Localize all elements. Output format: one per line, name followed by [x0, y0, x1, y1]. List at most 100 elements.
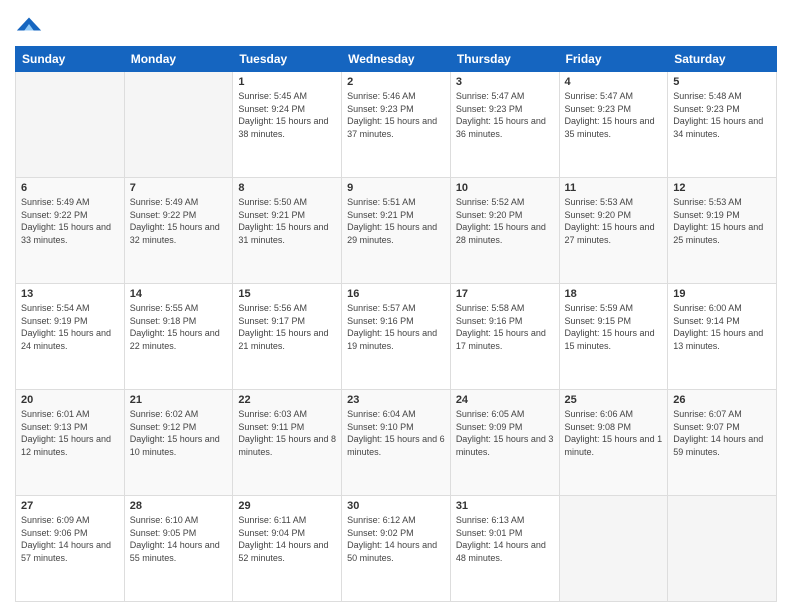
day-number: 24 — [456, 394, 554, 406]
day-detail: Sunrise: 6:01 AMSunset: 9:13 PMDaylight:… — [21, 408, 119, 458]
day-detail: Sunrise: 5:49 AMSunset: 9:22 PMDaylight:… — [21, 196, 119, 246]
day-detail: Sunrise: 5:58 AMSunset: 9:16 PMDaylight:… — [456, 302, 554, 352]
col-header-saturday: Saturday — [668, 47, 777, 72]
day-detail: Sunrise: 6:10 AMSunset: 9:05 PMDaylight:… — [130, 514, 228, 564]
calendar-cell: 21 Sunrise: 6:02 AMSunset: 9:12 PMDayligh… — [124, 390, 233, 496]
day-detail: Sunrise: 6:05 AMSunset: 9:09 PMDaylight:… — [456, 408, 554, 458]
calendar-cell — [16, 72, 125, 178]
day-detail: Sunrise: 6:13 AMSunset: 9:01 PMDaylight:… — [456, 514, 554, 564]
day-detail: Sunrise: 5:57 AMSunset: 9:16 PMDaylight:… — [347, 302, 445, 352]
col-header-friday: Friday — [559, 47, 668, 72]
day-number: 1 — [238, 76, 336, 88]
calendar-cell: 3 Sunrise: 5:47 AMSunset: 9:23 PMDaylight… — [450, 72, 559, 178]
day-number: 18 — [565, 288, 663, 300]
calendar-cell: 14 Sunrise: 5:55 AMSunset: 9:18 PMDayligh… — [124, 284, 233, 390]
calendar-cell: 23Sunrise: 6:04 AMSunset: 9:10 PMDayligh… — [342, 390, 451, 496]
day-detail: Sunrise: 5:45 AMSunset: 9:24 PMDaylight:… — [238, 90, 336, 140]
day-number: 6 — [21, 182, 119, 194]
calendar-cell: 4 Sunrise: 5:47 AMSunset: 9:23 PMDaylight… — [559, 72, 668, 178]
calendar-cell — [668, 496, 777, 602]
day-detail: Sunrise: 5:55 AMSunset: 9:18 PMDaylight:… — [130, 302, 228, 352]
day-detail: Sunrise: 5:46 AMSunset: 9:23 PMDaylight:… — [347, 90, 445, 140]
calendar-cell: 15Sunrise: 5:56 AMSunset: 9:17 PMDayligh… — [233, 284, 342, 390]
day-detail: Sunrise: 5:49 AMSunset: 9:22 PMDaylight:… — [130, 196, 228, 246]
calendar-cell: 9 Sunrise: 5:51 AMSunset: 9:21 PMDaylight… — [342, 178, 451, 284]
day-number: 17 — [456, 288, 554, 300]
day-number: 28 — [130, 500, 228, 512]
header — [15, 10, 777, 38]
col-header-thursday: Thursday — [450, 47, 559, 72]
day-detail: Sunrise: 5:50 AMSunset: 9:21 PMDaylight:… — [238, 196, 336, 246]
day-number: 27 — [21, 500, 119, 512]
day-number: 25 — [565, 394, 663, 406]
calendar-cell: 16 Sunrise: 5:57 AMSunset: 9:16 PMDayligh… — [342, 284, 451, 390]
day-number: 20 — [21, 394, 119, 406]
day-number: 10 — [456, 182, 554, 194]
calendar-cell: 29Sunrise: 6:11 AMSunset: 9:04 PMDayligh… — [233, 496, 342, 602]
day-number: 21 — [130, 394, 228, 406]
calendar-cell: 6 Sunrise: 5:49 AMSunset: 9:22 PMDaylight… — [16, 178, 125, 284]
calendar-cell: 1 Sunrise: 5:45 AMSunset: 9:24 PMDaylight… — [233, 72, 342, 178]
day-number: 16 — [347, 288, 445, 300]
day-number: 11 — [565, 182, 663, 194]
day-number: 4 — [565, 76, 663, 88]
day-detail: Sunrise: 5:51 AMSunset: 9:21 PMDaylight:… — [347, 196, 445, 246]
calendar-cell: 8 Sunrise: 5:50 AMSunset: 9:21 PMDaylight… — [233, 178, 342, 284]
calendar-cell: 19 Sunrise: 6:00 AMSunset: 9:14 PMDayligh… — [668, 284, 777, 390]
calendar-cell: 30 Sunrise: 6:12 AMSunset: 9:02 PMDayligh… — [342, 496, 451, 602]
calendar-cell: 27 Sunrise: 6:09 AMSunset: 9:06 PMDayligh… — [16, 496, 125, 602]
calendar-cell: 7 Sunrise: 5:49 AMSunset: 9:22 PMDaylight… — [124, 178, 233, 284]
day-detail: Sunrise: 5:56 AMSunset: 9:17 PMDaylight:… — [238, 302, 336, 352]
day-number: 2 — [347, 76, 445, 88]
day-number: 5 — [673, 76, 771, 88]
calendar-cell: 13Sunrise: 5:54 AMSunset: 9:19 PMDayligh… — [16, 284, 125, 390]
calendar-cell: 26Sunrise: 6:07 AMSunset: 9:07 PMDayligh… — [668, 390, 777, 496]
calendar-cell: 10 Sunrise: 5:52 AMSunset: 9:20 PMDayligh… — [450, 178, 559, 284]
day-detail: Sunrise: 5:53 AMSunset: 9:19 PMDaylight:… — [673, 196, 771, 246]
calendar-cell: 18 Sunrise: 5:59 AMSunset: 9:15 PMDayligh… — [559, 284, 668, 390]
calendar-cell — [559, 496, 668, 602]
day-detail: Sunrise: 6:02 AMSunset: 9:12 PMDaylight:… — [130, 408, 228, 458]
col-header-tuesday: Tuesday — [233, 47, 342, 72]
calendar-cell: 24 Sunrise: 6:05 AMSunset: 9:09 PMDayligh… — [450, 390, 559, 496]
day-number: 19 — [673, 288, 771, 300]
day-detail: Sunrise: 5:53 AMSunset: 9:20 PMDaylight:… — [565, 196, 663, 246]
logo — [15, 10, 47, 38]
day-number: 23 — [347, 394, 445, 406]
day-detail: Sunrise: 6:12 AMSunset: 9:02 PMDaylight:… — [347, 514, 445, 564]
day-number: 22 — [238, 394, 336, 406]
day-number: 7 — [130, 182, 228, 194]
day-number: 8 — [238, 182, 336, 194]
day-detail: Sunrise: 5:48 AMSunset: 9:23 PMDaylight:… — [673, 90, 771, 140]
calendar-cell: 2 Sunrise: 5:46 AMSunset: 9:23 PMDaylight… — [342, 72, 451, 178]
day-detail: Sunrise: 5:47 AMSunset: 9:23 PMDaylight:… — [565, 90, 663, 140]
calendar-cell: 28 Sunrise: 6:10 AMSunset: 9:05 PMDayligh… — [124, 496, 233, 602]
calendar-cell: 20 Sunrise: 6:01 AMSunset: 9:13 PMDayligh… — [16, 390, 125, 496]
col-header-sunday: Sunday — [16, 47, 125, 72]
day-detail: Sunrise: 6:03 AMSunset: 9:11 PMDaylight:… — [238, 408, 336, 458]
calendar-cell: 17 Sunrise: 5:58 AMSunset: 9:16 PMDayligh… — [450, 284, 559, 390]
calendar-cell: 12 Sunrise: 5:53 AMSunset: 9:19 PMDayligh… — [668, 178, 777, 284]
day-number: 30 — [347, 500, 445, 512]
day-number: 29 — [238, 500, 336, 512]
day-detail: Sunrise: 5:59 AMSunset: 9:15 PMDaylight:… — [565, 302, 663, 352]
day-number: 12 — [673, 182, 771, 194]
logo-icon — [15, 10, 43, 38]
day-number: 9 — [347, 182, 445, 194]
day-detail: Sunrise: 6:07 AMSunset: 9:07 PMDaylight:… — [673, 408, 771, 458]
page: SundayMondayTuesdayWednesdayThursdayFrid… — [0, 0, 792, 612]
day-detail: Sunrise: 6:00 AMSunset: 9:14 PMDaylight:… — [673, 302, 771, 352]
day-number: 31 — [456, 500, 554, 512]
calendar-cell: 31 Sunrise: 6:13 AMSunset: 9:01 PMDayligh… — [450, 496, 559, 602]
calendar-cell: 22 Sunrise: 6:03 AMSunset: 9:11 PMDayligh… — [233, 390, 342, 496]
calendar-cell: 5 Sunrise: 5:48 AMSunset: 9:23 PMDaylight… — [668, 72, 777, 178]
calendar-table: SundayMondayTuesdayWednesdayThursdayFrid… — [15, 46, 777, 602]
calendar-cell — [124, 72, 233, 178]
day-detail: Sunrise: 5:47 AMSunset: 9:23 PMDaylight:… — [456, 90, 554, 140]
day-detail: Sunrise: 6:09 AMSunset: 9:06 PMDaylight:… — [21, 514, 119, 564]
day-number: 14 — [130, 288, 228, 300]
day-number: 3 — [456, 76, 554, 88]
calendar-cell: 11 Sunrise: 5:53 AMSunset: 9:20 PMDayligh… — [559, 178, 668, 284]
day-detail: Sunrise: 5:52 AMSunset: 9:20 PMDaylight:… — [456, 196, 554, 246]
col-header-monday: Monday — [124, 47, 233, 72]
